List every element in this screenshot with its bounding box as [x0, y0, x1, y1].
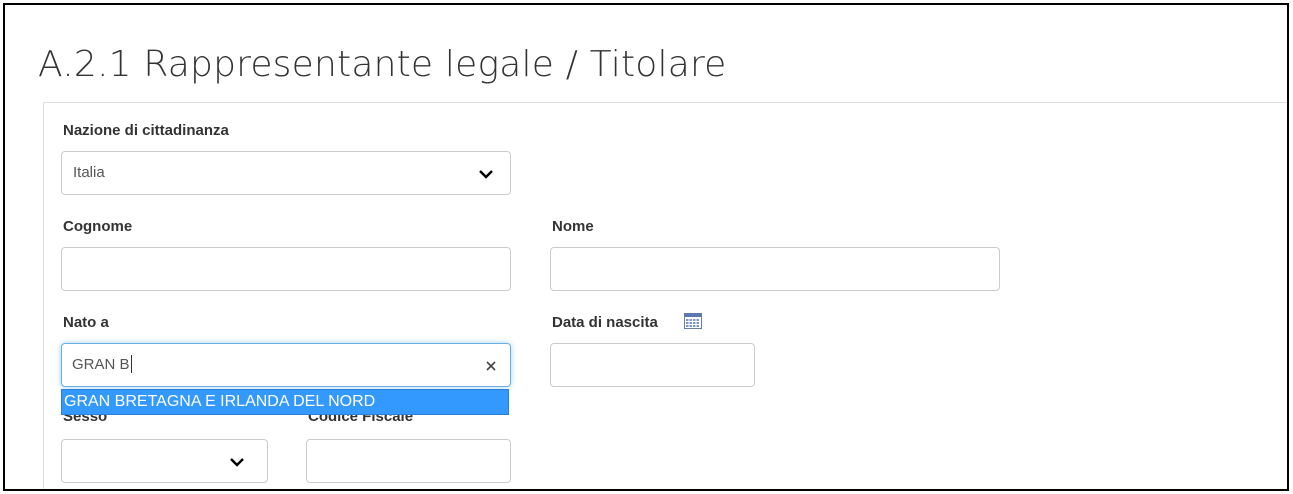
calendar-icon[interactable]	[684, 313, 702, 329]
name-label: Nome	[552, 218, 594, 235]
surname-input[interactable]	[61, 247, 511, 291]
sex-select[interactable]	[61, 439, 268, 483]
chevron-down-icon	[230, 458, 244, 467]
citizenship-select[interactable]: Italia	[61, 151, 511, 195]
surname-label: Cognome	[63, 218, 133, 235]
birthplace-label: Nato a	[63, 314, 109, 331]
page-title: A.2.1 Rappresentante legale / Titolare	[38, 44, 727, 85]
fiscal-code-input[interactable]	[306, 439, 511, 483]
citizenship-select-value: Italia	[73, 164, 105, 181]
birthplace-autocomplete-input[interactable]: GRAN B	[61, 343, 511, 387]
birthdate-label: Data di nascita	[552, 314, 658, 331]
suggestion-item[interactable]: GRAN BRETAGNA E IRLANDA DEL NORD	[64, 390, 375, 414]
text-cursor	[130, 354, 132, 373]
birthplace-suggestions-dropdown: GRAN BRETAGNA E IRLANDA DEL NORD	[61, 389, 509, 415]
chevron-down-icon	[479, 170, 493, 179]
clear-icon[interactable]	[484, 359, 498, 373]
name-input[interactable]	[550, 247, 1000, 291]
birthplace-input-value: GRAN B	[72, 356, 130, 373]
birthdate-input[interactable]	[550, 343, 755, 387]
citizenship-label: Nazione di cittadinanza	[63, 122, 229, 139]
